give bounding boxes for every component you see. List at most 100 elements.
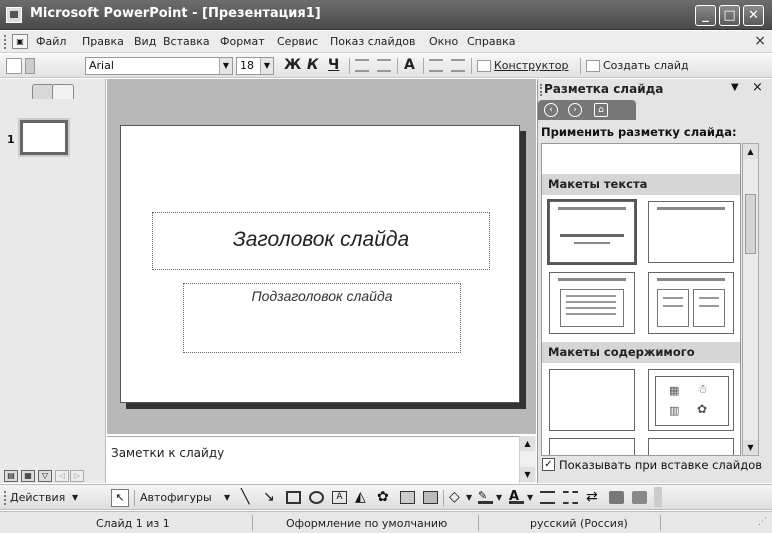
chevron-down-icon[interactable]: ▼ bbox=[224, 493, 230, 502]
chevron-down-icon[interactable]: ▼ bbox=[466, 493, 472, 502]
clipart-tool-icon[interactable] bbox=[400, 491, 415, 504]
menu-edit[interactable]: Правка bbox=[82, 35, 124, 48]
increase-indent-icon[interactable] bbox=[451, 59, 465, 72]
autoshapes-menu[interactable]: Автофигуры bbox=[140, 491, 212, 504]
dash-style-icon[interactable] bbox=[563, 491, 578, 504]
layout-title-and-text[interactable] bbox=[549, 272, 635, 334]
toolbar-separator bbox=[423, 58, 424, 74]
chevron-down-icon[interactable]: ▼ bbox=[527, 493, 533, 502]
layout-partial-2[interactable] bbox=[648, 438, 734, 455]
layout-blank[interactable] bbox=[549, 369, 635, 431]
menu-file[interactable]: Файл bbox=[36, 35, 66, 48]
back-icon[interactable]: ‹ bbox=[544, 103, 558, 117]
arrow-style-icon[interactable]: ⇄ bbox=[586, 490, 601, 504]
close-document-button[interactable]: × bbox=[754, 33, 766, 49]
maximize-button[interactable]: □ bbox=[719, 5, 740, 26]
font-size-combo[interactable]: 18 ▼ bbox=[236, 57, 274, 75]
layout-title-only[interactable] bbox=[648, 201, 734, 263]
minimize-button[interactable]: _ bbox=[695, 5, 716, 26]
select-pointer-icon[interactable]: ↖ bbox=[111, 489, 129, 507]
scroll-down-icon[interactable]: ▼ bbox=[743, 440, 758, 455]
menu-tools[interactable]: Сервис bbox=[277, 35, 318, 48]
italic-button[interactable]: К bbox=[307, 57, 318, 73]
line-tool-icon[interactable]: ╲ bbox=[241, 490, 256, 504]
slide-subtitle-text[interactable]: Подзаголовок слайда bbox=[183, 288, 461, 304]
chevron-down-icon[interactable]: ▼ bbox=[260, 58, 273, 74]
designer-icon[interactable] bbox=[477, 60, 491, 72]
notes-scrollbar[interactable]: ▲ ▼ bbox=[519, 436, 536, 483]
toolbar-options-icon[interactable] bbox=[25, 58, 35, 74]
toolbar-grip[interactable] bbox=[4, 35, 7, 49]
rectangle-tool-icon[interactable] bbox=[286, 491, 301, 504]
scroll-up-icon[interactable]: ▲ bbox=[520, 436, 535, 451]
status-design[interactable]: Оформление по умолчанию bbox=[286, 517, 447, 530]
scroll-right-icon[interactable]: ▷ bbox=[70, 470, 84, 482]
task-pane-scrollbar[interactable]: ▲ ▼ bbox=[742, 143, 759, 456]
toolbar-grip[interactable] bbox=[4, 491, 7, 505]
arrow-tool-icon[interactable]: ↘ bbox=[263, 490, 278, 504]
notes-placeholder[interactable]: Заметки к слайду bbox=[111, 446, 224, 460]
powerpoint-app-icon[interactable] bbox=[6, 7, 22, 23]
underline-button[interactable]: Ч bbox=[328, 57, 339, 73]
new-slide-button[interactable]: Создать слайд bbox=[603, 59, 689, 72]
bold-button[interactable]: Ж bbox=[284, 57, 301, 73]
slide-thumbnail[interactable] bbox=[20, 120, 68, 155]
line-style-icon[interactable] bbox=[540, 491, 555, 504]
font-color-icon[interactable]: A bbox=[509, 490, 524, 504]
toolbar-options-icon[interactable] bbox=[654, 487, 662, 507]
slideshow-icon[interactable]: ▽ bbox=[38, 470, 52, 482]
new-slide-icon[interactable] bbox=[586, 60, 600, 72]
layout-title-slide[interactable] bbox=[549, 201, 635, 263]
scroll-up-icon[interactable]: ▲ bbox=[743, 144, 758, 159]
increase-font-button[interactable]: A bbox=[404, 57, 415, 73]
home-icon[interactable]: ⌂ bbox=[594, 103, 608, 117]
slide-title-text[interactable]: Заголовок слайда bbox=[152, 228, 490, 252]
layout-content[interactable]: ▦ ☃ ▥ ✿ bbox=[648, 369, 734, 431]
layout-two-column-text[interactable] bbox=[648, 272, 734, 334]
scroll-down-icon[interactable]: ▼ bbox=[520, 467, 535, 482]
forward-icon[interactable]: › bbox=[568, 103, 582, 117]
task-pane-dropdown-icon[interactable]: ▼ bbox=[731, 82, 739, 93]
fill-color-icon[interactable]: ◇ bbox=[449, 490, 464, 504]
font-size-value: 18 bbox=[240, 59, 254, 72]
menu-help[interactable]: Справка bbox=[467, 35, 515, 48]
scroll-left-icon[interactable]: ◁ bbox=[55, 470, 69, 482]
outline-tab[interactable] bbox=[32, 84, 54, 99]
document-menu-icon[interactable]: ▣ bbox=[12, 34, 28, 49]
resize-grip-icon[interactable]: ⋰ bbox=[758, 517, 767, 527]
menu-window[interactable]: Окно bbox=[429, 35, 458, 48]
decrease-indent-icon[interactable] bbox=[429, 59, 443, 72]
section-content-layouts: Макеты содержимого bbox=[542, 342, 740, 363]
wordart-tool-icon[interactable]: ◭ bbox=[355, 490, 370, 504]
line-color-icon[interactable]: ✎ bbox=[478, 490, 493, 504]
bulleted-list-icon[interactable] bbox=[377, 59, 391, 72]
diagram-tool-icon[interactable]: ✿ bbox=[377, 490, 392, 504]
scroll-thumb[interactable] bbox=[745, 194, 756, 254]
show-on-insert-checkbox[interactable]: ✓ bbox=[542, 458, 555, 471]
3d-style-icon[interactable] bbox=[632, 491, 647, 504]
task-pane-grip[interactable] bbox=[540, 84, 543, 96]
menu-slideshow[interactable]: Показ слайдов bbox=[330, 35, 416, 48]
slides-tab[interactable] bbox=[52, 84, 74, 99]
new-document-icon[interactable] bbox=[6, 58, 22, 74]
chevron-down-icon[interactable]: ▼ bbox=[496, 493, 502, 502]
oval-tool-icon[interactable] bbox=[309, 491, 324, 504]
task-pane-close-icon[interactable]: × bbox=[752, 80, 763, 95]
shadow-style-icon[interactable] bbox=[609, 491, 624, 504]
chevron-down-icon[interactable]: ▼ bbox=[219, 58, 232, 74]
layout-partial-1[interactable] bbox=[549, 438, 635, 455]
designer-button[interactable]: Конструктор bbox=[494, 59, 568, 72]
numbered-list-icon[interactable] bbox=[355, 59, 369, 72]
font-name-combo[interactable]: Arial ▼ bbox=[85, 57, 233, 75]
normal-view-icon[interactable]: ▤ bbox=[4, 470, 18, 482]
actions-menu[interactable]: Действия bbox=[10, 491, 65, 504]
menu-insert[interactable]: Вставка bbox=[163, 35, 210, 48]
status-language[interactable]: русский (Россия) bbox=[530, 517, 628, 530]
close-button[interactable]: ✕ bbox=[743, 5, 764, 26]
menu-format[interactable]: Формат bbox=[220, 35, 265, 48]
picture-tool-icon[interactable] bbox=[423, 491, 438, 504]
textbox-tool-icon[interactable]: A bbox=[332, 491, 347, 504]
slide-sorter-icon[interactable]: ▦ bbox=[21, 470, 35, 482]
chevron-down-icon[interactable]: ▼ bbox=[72, 493, 78, 502]
menu-view[interactable]: Вид bbox=[134, 35, 156, 48]
